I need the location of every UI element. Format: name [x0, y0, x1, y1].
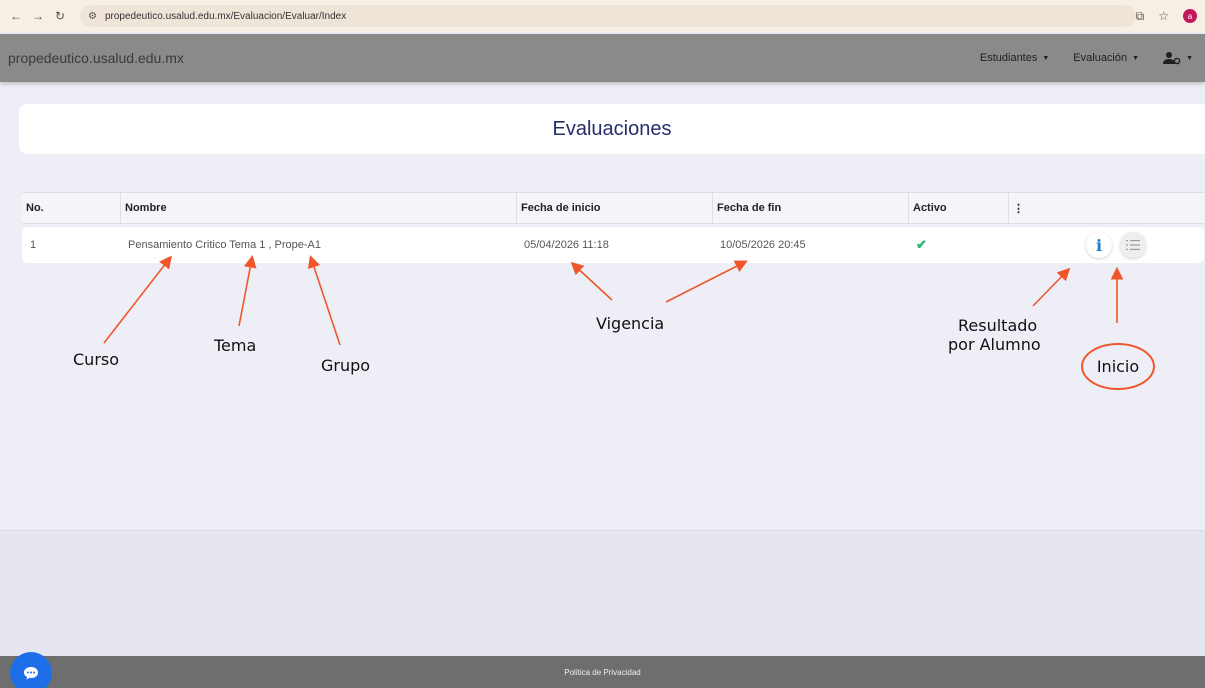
header-activo[interactable]: Activo [908, 193, 1008, 223]
page-title-card: Evaluaciones [19, 104, 1205, 154]
footer: Politica de Privacidad [0, 656, 1205, 688]
header-actions-menu[interactable]: ⋮ [1008, 193, 1204, 223]
cell-nombre: Pensamiento Critico Tema 1 , Prope-A1 [128, 239, 321, 251]
site-info-icon[interactable]: ⚙ [88, 11, 97, 22]
annotation-tema: Tema [214, 336, 257, 355]
reload-icon[interactable]: ↻ [52, 8, 68, 24]
annotation-inicio: Inicio [1096, 357, 1140, 376]
annotation-resultado-line2: por Alumno [948, 335, 1041, 354]
arrow-grupo [307, 254, 341, 346]
annotation-grupo: Grupo [321, 356, 371, 375]
check-icon: ✔ [916, 237, 927, 252]
list-icon [1126, 240, 1140, 250]
table-row: 1 Pensamiento Critico Tema 1 , Prope-A1 … [22, 227, 1204, 263]
page-title: Evaluaciones [552, 117, 672, 140]
caret-down-icon: ▼ [1186, 54, 1193, 62]
brand-link[interactable]: propedeutico.usalud.edu.mx [8, 50, 184, 66]
cell-actions: i [1008, 227, 1204, 263]
nav-estudiantes-dropdown[interactable]: Estudiantes ▼ [980, 52, 1049, 64]
bookmark-star-icon[interactable]: ☆ [1158, 9, 1169, 23]
app-navbar: propedeutico.usalud.edu.mx Estudiantes ▼… [0, 34, 1205, 82]
nav-evaluacion-label: Evaluación [1073, 52, 1128, 64]
cell-fecha-fin: 10/05/2026 20:45 [720, 239, 806, 251]
browser-toolbar: ← → ↻ ⚙ propedeutico.usalud.edu.mx/Evalu… [0, 0, 1205, 32]
lower-area [0, 531, 1205, 656]
header-nombre[interactable]: Nombre [120, 193, 516, 223]
profile-avatar[interactable]: a [1183, 9, 1197, 23]
header-fecha-inicio[interactable]: Fecha de inicio [516, 193, 712, 223]
nav-evaluacion-dropdown[interactable]: Evaluación ▼ [1073, 52, 1139, 64]
arrow-vigencia-inicio [570, 261, 613, 301]
annotation-inicio-circle: Inicio [1081, 343, 1155, 390]
cell-activo: ✔ [908, 227, 1008, 263]
caret-down-icon: ▼ [1132, 54, 1140, 62]
url-text: propedeutico.usalud.edu.mx/Evaluacion/Ev… [104, 10, 347, 22]
arrow-tema [238, 254, 257, 327]
address-bar[interactable]: ⚙ propedeutico.usalud.edu.mx/Evaluacion/… [80, 5, 1136, 27]
nav-estudiantes-label: Estudiantes [979, 52, 1038, 64]
caret-down-icon: ▼ [1042, 54, 1050, 62]
header-fecha-fin[interactable]: Fecha de fin [712, 193, 908, 223]
user-menu-dropdown[interactable]: ▼ [1163, 51, 1193, 65]
forward-arrow-icon[interactable]: → [30, 8, 46, 24]
cell-no: 1 [30, 239, 37, 251]
arrow-resultado [1032, 267, 1071, 307]
annotation-curso: Curso [73, 350, 120, 369]
user-settings-icon [1163, 52, 1181, 65]
annotation-resultado-line1: Resultado [958, 316, 1038, 335]
list-button[interactable] [1120, 232, 1146, 258]
info-button[interactable]: i [1086, 232, 1112, 258]
back-arrow-icon[interactable]: ← [8, 8, 24, 24]
arrow-vigencia-fin [665, 260, 748, 303]
header-no[interactable]: No. [22, 193, 120, 223]
chat-icon [24, 667, 38, 680]
translate-icon[interactable]: ⧉ [1136, 9, 1145, 24]
arrow-curso [103, 255, 172, 344]
evaluations-table: No. Nombre Fecha de inicio Fecha de fin … [22, 192, 1204, 263]
chat-button[interactable] [10, 652, 52, 688]
cell-fecha-inicio: 05/04/2026 11:18 [524, 239, 609, 251]
info-icon: i [1095, 235, 1103, 255]
table-header: No. Nombre Fecha de inicio Fecha de fin … [22, 192, 1204, 224]
annotation-vigencia: Vigencia [596, 314, 665, 333]
privacy-policy-link[interactable]: Politica de Privacidad [564, 668, 640, 677]
